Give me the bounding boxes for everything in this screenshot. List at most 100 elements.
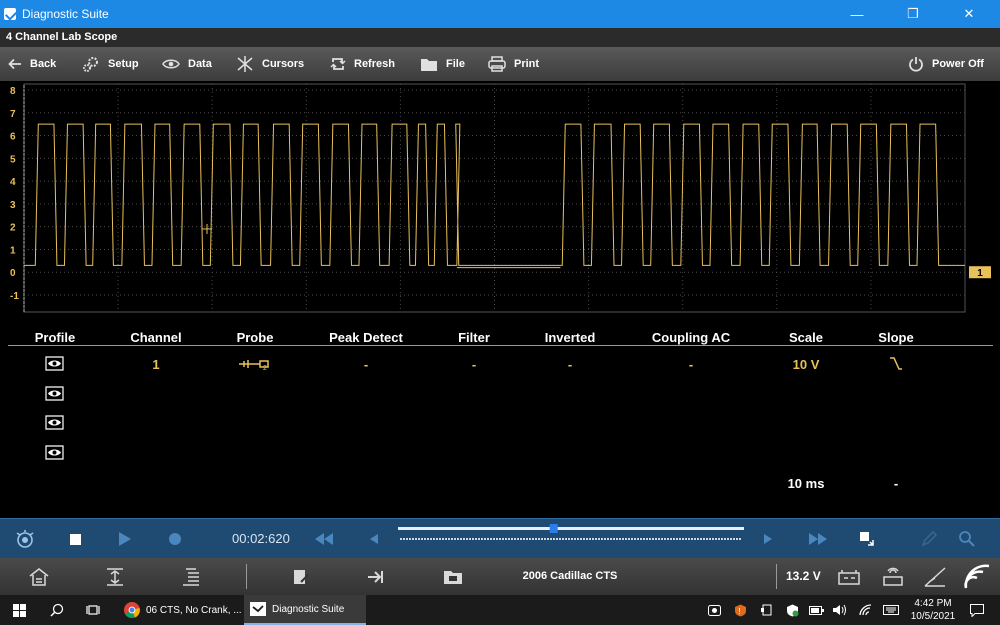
clock-time: 4:42 PM bbox=[914, 598, 952, 609]
y-tick-label: 6 bbox=[10, 132, 16, 143]
magnifier-icon bbox=[959, 531, 975, 547]
header-peak-detect: Peak Detect bbox=[329, 330, 403, 345]
eye-icon bbox=[162, 59, 180, 69]
home-button[interactable] bbox=[26, 558, 52, 595]
profile-eye-icon-4[interactable] bbox=[45, 445, 64, 460]
rewind-icon bbox=[315, 533, 333, 545]
step-forward-button[interactable] bbox=[758, 519, 778, 559]
y-tick-label: 7 bbox=[10, 109, 16, 120]
profile-eye-icon-2[interactable] bbox=[45, 386, 64, 401]
app-window: Diagnostic Suite — ❐ ✕ 4 Channel Lab Sco… bbox=[0, 0, 1000, 625]
close-button[interactable]: ✕ bbox=[946, 0, 992, 28]
tray-wifi[interactable] bbox=[856, 595, 876, 625]
timebase-value[interactable]: 10 ms bbox=[776, 476, 836, 491]
print-button[interactable]: Print bbox=[488, 47, 539, 81]
folder-icon bbox=[444, 570, 462, 584]
wifi-icon bbox=[859, 604, 872, 616]
notifications-button[interactable] bbox=[966, 595, 988, 625]
setup-button[interactable]: Setup bbox=[82, 47, 139, 81]
tray-shield[interactable]: ! bbox=[730, 595, 750, 625]
playback-time: 00:02:620 bbox=[232, 531, 290, 546]
power-off-button[interactable]: Power Off bbox=[908, 47, 984, 81]
play-icon bbox=[119, 532, 131, 546]
stop-button[interactable] bbox=[64, 519, 86, 559]
tray-meet-now[interactable] bbox=[704, 595, 724, 625]
toolbar: Back Setup Data Cursors Refresh File Pri… bbox=[0, 47, 1000, 81]
play-button[interactable] bbox=[114, 519, 136, 559]
pen-button[interactable] bbox=[918, 519, 940, 559]
scope-display[interactable]: 876543210-1012345678910 ms1 bbox=[0, 82, 1000, 316]
usb-icon bbox=[761, 604, 772, 616]
y-tick-label: 2 bbox=[10, 223, 16, 234]
fast-forward-button[interactable] bbox=[806, 519, 830, 559]
filter-value[interactable]: - bbox=[444, 357, 504, 372]
scope-chart[interactable]: 876543210-1012345678910 ms1 bbox=[0, 82, 1000, 316]
notes-button[interactable] bbox=[288, 558, 314, 595]
inverted-value[interactable]: - bbox=[535, 357, 605, 372]
profile-eye-icon-1[interactable] bbox=[45, 356, 64, 371]
tray-keyboard[interactable] bbox=[880, 595, 902, 625]
coupling-ac-value[interactable]: - bbox=[641, 357, 741, 372]
step-back-icon bbox=[370, 534, 378, 544]
system-clock[interactable]: 4:42 PM 10/5/2021 bbox=[905, 597, 961, 623]
playback-bar: 00:02:620 bbox=[0, 518, 1000, 558]
shield-alert-icon: ! bbox=[734, 604, 746, 616]
taskbar-app-diagnostic-suite[interactable]: Diagnostic Suite bbox=[244, 595, 366, 625]
task-view-icon bbox=[86, 605, 100, 615]
battery-voltage: 13.2 V bbox=[786, 569, 821, 583]
fullscreen-button[interactable] bbox=[856, 519, 878, 559]
tray-defender[interactable] bbox=[782, 595, 802, 625]
channel-number[interactable]: 1 bbox=[120, 357, 192, 372]
list-icon bbox=[183, 567, 199, 586]
tray-battery[interactable] bbox=[806, 595, 826, 625]
snapshot-button[interactable] bbox=[12, 519, 38, 559]
tray-volume[interactable] bbox=[830, 595, 850, 625]
data-button[interactable]: Data bbox=[162, 47, 212, 81]
record-button[interactable] bbox=[164, 519, 186, 559]
search-button[interactable] bbox=[44, 595, 70, 625]
transfer-button[interactable] bbox=[364, 558, 390, 595]
app-icon bbox=[250, 602, 266, 616]
refresh-button[interactable]: Refresh bbox=[330, 47, 395, 81]
maximize-button[interactable]: ❐ bbox=[890, 0, 936, 28]
bottom-separator bbox=[246, 564, 247, 589]
list-button[interactable] bbox=[178, 558, 204, 595]
folder-button[interactable] bbox=[440, 558, 466, 595]
cursors-button[interactable]: Cursors bbox=[236, 47, 304, 81]
y-tick-label: 1 bbox=[10, 245, 16, 256]
rewind-button[interactable] bbox=[312, 519, 336, 559]
scale-value[interactable]: 10 V bbox=[776, 357, 836, 372]
zoom-button[interactable] bbox=[956, 519, 978, 559]
file-button[interactable]: File bbox=[420, 47, 465, 81]
timebase-slope-value[interactable]: - bbox=[866, 476, 926, 491]
y-tick-label: 0 bbox=[10, 268, 16, 279]
record-icon bbox=[169, 533, 181, 545]
taskbar-app-chrome[interactable]: 06 CTS, No Crank, ... bbox=[118, 595, 242, 625]
tray-usb[interactable] bbox=[756, 595, 776, 625]
wifi-button[interactable] bbox=[962, 558, 994, 595]
camera-timer-icon bbox=[16, 530, 34, 548]
os-taskbar: 06 CTS, No Crank, ... Diagnostic Suite ! bbox=[0, 595, 1000, 625]
windows-start-button[interactable] bbox=[6, 595, 32, 625]
timeline-slider[interactable] bbox=[396, 523, 746, 545]
header-profile: Profile bbox=[34, 330, 76, 345]
defender-icon bbox=[786, 604, 798, 616]
printer-icon bbox=[488, 56, 506, 72]
expand-button[interactable] bbox=[102, 558, 128, 595]
cursors-label: Cursors bbox=[262, 58, 305, 70]
scope-probe-button[interactable] bbox=[922, 558, 948, 595]
back-button[interactable]: Back bbox=[8, 47, 56, 81]
falling-slope-icon[interactable] bbox=[889, 356, 903, 371]
step-back-button[interactable] bbox=[364, 519, 384, 559]
task-view-button[interactable] bbox=[80, 595, 106, 625]
battery-button[interactable] bbox=[836, 558, 862, 595]
timeline-thumb[interactable] bbox=[549, 524, 558, 533]
minimize-button[interactable]: — bbox=[834, 0, 880, 28]
vci-button[interactable] bbox=[880, 558, 906, 595]
header-coupling-ac: Coupling AC bbox=[651, 330, 731, 345]
notes-icon bbox=[294, 569, 309, 584]
probe-icon[interactable]: 2 bbox=[238, 357, 270, 371]
keyboard-icon bbox=[883, 605, 899, 615]
peak-detect-value[interactable]: - bbox=[316, 357, 416, 372]
profile-eye-icon-3[interactable] bbox=[45, 415, 64, 430]
